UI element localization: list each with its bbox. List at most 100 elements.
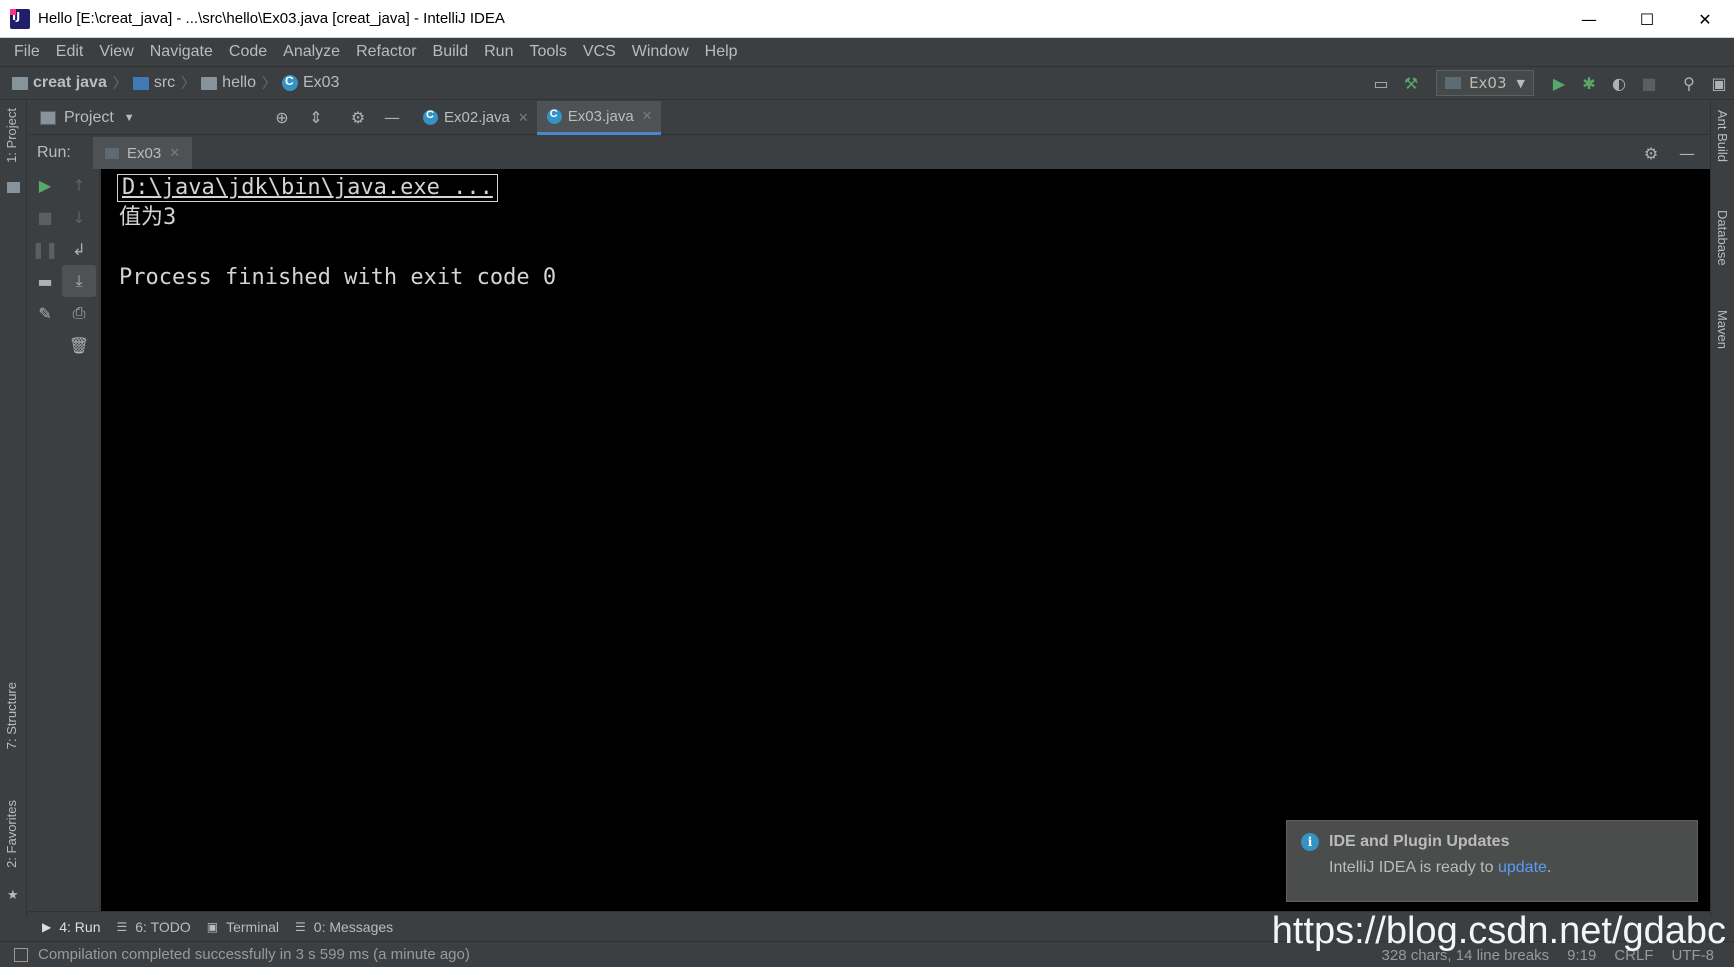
stop-icon[interactable]: ■ [28,201,62,233]
run-toolbar-left-column: ▶ ■ ❚❚ ▬ ✎ [28,169,62,329]
java-class-icon [546,108,562,124]
run-config-icon [105,147,119,159]
run-icon[interactable]: ▶ [1544,68,1574,98]
project-view-label: Project [64,108,114,126]
folder-icon [132,76,149,90]
run-tab-ex03[interactable]: Ex03 ✕ [93,137,193,169]
menu-analyze[interactable]: Analyze [275,43,348,61]
breadcrumb-src[interactable]: src [132,74,175,92]
window-title: Hello [E:\creat_java] - ...\src\hello\Ex… [38,10,505,27]
watermark-text: https://blog.csdn.net/gdabc [1271,910,1726,952]
menu-window[interactable]: Window [624,43,697,61]
menu-code[interactable]: Code [221,43,275,61]
maven-tool-tab[interactable]: Maven [1715,310,1730,349]
ant-build-tool-tab[interactable]: Ant Build [1715,110,1730,162]
print-icon[interactable]: ⎙ [62,297,96,329]
tab-terminal-label: Terminal [226,918,280,935]
menu-refactor[interactable]: Refactor [348,43,424,61]
tab-messages[interactable]: ☰ 0: Messages [293,912,407,942]
menu-file[interactable]: File [6,43,48,61]
restore-layout-icon[interactable]: ▬ [28,265,62,297]
layout-icon[interactable]: ▭ [1366,68,1396,98]
tab-terminal[interactable]: ▣ Terminal [205,912,293,942]
run-config-label: Ex03 [1469,74,1507,92]
close-tab-icon[interactable]: ✕ [642,108,653,124]
locate-target-icon[interactable]: ⊕ [267,103,297,133]
project-panel-tools: ⊕ ⇕ ⚙ — [238,103,413,133]
notification-body: IntelliJ IDEA is ready to update. [1329,859,1683,877]
navigation-bar: creat java 〉 src 〉 hello 〉 Ex03 ▭ ⚒ Ex03… [0,66,1734,100]
update-notification[interactable]: i IDE and Plugin Updates IntelliJ IDEA i… [1286,820,1698,902]
tab-label: Ex02.java [444,109,510,126]
update-link[interactable]: update [1498,859,1547,876]
gear-icon[interactable]: ⚙ [343,103,373,133]
minimize-button[interactable]: — [1560,0,1618,38]
maximize-button[interactable]: ☐ [1618,0,1676,38]
console-output[interactable]: D:\java\jdk\bin\java.exe ... 值为3 Process… [101,169,1710,911]
menu-tools[interactable]: Tools [521,43,574,61]
notification-title: IDE and Plugin Updates [1329,833,1510,850]
tab-run[interactable]: ▶ 4: Run [40,912,114,942]
pin-icon[interactable]: ✎ [28,297,62,329]
list-icon: ☰ [116,919,128,934]
menu-help[interactable]: Help [697,43,746,61]
trash-icon[interactable]: 🗑 [62,329,96,361]
run-configuration-select[interactable]: Ex03 ▼ [1436,70,1534,96]
tab-ex03-java[interactable]: Ex03.java ✕ [536,100,661,135]
hide-panel-icon[interactable]: — [377,103,407,133]
coverage-icon[interactable]: ◐ [1604,68,1634,98]
structure-tool-tab[interactable]: 7: Structure [4,682,19,749]
soft-wrap-icon[interactable]: ↲ [62,233,96,265]
close-tab-icon[interactable]: ✕ [518,110,529,126]
notification-body-text: IntelliJ IDEA is ready to [1329,859,1498,876]
favorites-tool-tab[interactable]: 2: Favorites [4,800,19,868]
hide-panel-icon[interactable]: — [1672,138,1702,168]
stop-icon[interactable]: ■ [1634,68,1664,98]
collapse-all-icon[interactable]: ⇕ [301,103,331,133]
close-tab-icon[interactable]: ✕ [169,145,180,161]
tab-run-label: 4: Run [59,918,101,935]
toggle-tool-windows-icon[interactable] [14,947,28,962]
menu-view[interactable]: View [91,43,141,61]
title-bar: Hello [E:\creat_java] - ...\src\hello\Ex… [0,0,1734,38]
search-icon[interactable]: ⚲ [1674,68,1704,98]
run-config-icon [1445,77,1462,89]
run-toolbar: ▶ ■ ❚❚ ▬ ✎ ↑ ↓ ↲ ⤓ ⎙ 🗑 [28,169,100,911]
close-button[interactable]: ✕ [1676,0,1734,38]
tab-messages-label: 0: Messages [313,918,394,935]
rerun-icon[interactable]: ▶ [28,169,62,201]
breadcrumb-hello-label: hello [222,74,256,91]
menu-run[interactable]: Run [476,43,521,61]
project-view-icon [40,110,56,125]
breadcrumb-separator: 〉 [261,76,276,92]
debug-bug-icon[interactable]: ✱ [1574,68,1604,98]
breadcrumb-separator: 〉 [181,76,196,92]
menu-build[interactable]: Build [425,43,477,61]
tab-label: Ex03.java [567,107,634,125]
chevron-down-icon: ▼ [123,111,135,124]
info-icon: i [1301,833,1319,851]
breadcrumb-hello[interactable]: hello [201,74,256,92]
scroll-to-end-icon[interactable]: ⤓ [62,265,96,297]
pause-icon[interactable]: ❚❚ [28,233,62,265]
menu-vcs[interactable]: VCS [575,43,624,61]
project-view-selector[interactable]: Project ▼ [28,109,238,127]
breadcrumb-project[interactable]: creat java [12,74,107,92]
editor-tab-row: Project ▼ ⊕ ⇕ ⚙ — Ex02.java ✕ Ex03.java … [28,100,1710,135]
tab-todo[interactable]: ☰ 6: TODO [114,912,204,942]
database-tool-tab[interactable]: Database [1715,210,1730,266]
run-panel-actions: ⚙ — [1636,137,1702,169]
project-structure-icon[interactable]: ▣ [1704,68,1734,98]
console-exit-line: Process finished with exit code 0 [119,265,557,290]
down-arrow-icon[interactable]: ↓ [62,201,96,233]
up-arrow-icon[interactable]: ↑ [62,169,96,201]
breadcrumb-file[interactable]: Ex03 [281,74,339,92]
project-tool-tab[interactable]: 1: Project [4,108,19,163]
gear-icon[interactable]: ⚙ [1636,138,1666,168]
console-command-line[interactable]: D:\java\jdk\bin\java.exe ... [117,174,498,202]
tab-ex02-java[interactable]: Ex02.java ✕ [413,101,537,135]
menu-edit[interactable]: Edit [48,43,92,61]
java-class-icon [281,74,298,91]
menu-navigate[interactable]: Navigate [142,43,221,61]
build-hammer-icon[interactable]: ⚒ [1396,68,1426,98]
